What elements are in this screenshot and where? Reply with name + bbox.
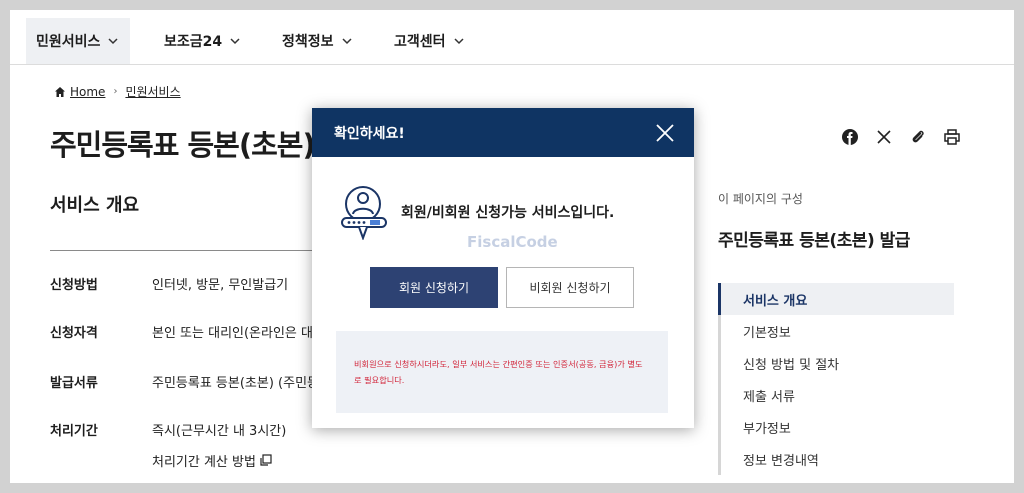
toc-title: 주민등록표 등본(초본) 발급 <box>718 231 910 251</box>
chevron-down-icon <box>108 38 118 45</box>
breadcrumb: Home › 민원서비스 <box>54 83 181 100</box>
member-apply-button[interactable]: 회원 신청하기 <box>370 267 498 308</box>
calc-link-label: 처리기간 계산 방법 <box>152 455 256 470</box>
modal-message: 회원/비회원 신청가능 서비스입니다. <box>401 205 615 221</box>
nav-item-civil-service[interactable]: 민원서비스 <box>26 18 131 64</box>
section-divider <box>50 250 350 251</box>
top-navigation: 민원서비스 보조금24 정책정보 고객센터 <box>10 10 1014 65</box>
toc-list: 서비스 개요 기본정보 신청 방법 및 절차 제출 서류 부가정보 정보 변경내… <box>718 283 954 475</box>
toc-item-additional-info[interactable]: 부가정보 <box>718 411 954 443</box>
home-icon <box>55 86 65 97</box>
nav-item-label: 정책정보 <box>282 34 334 50</box>
toc-item-documents[interactable]: 제출 서류 <box>718 379 954 411</box>
nav-item-label: 고객센터 <box>394 34 446 50</box>
info-label: 신청자격 <box>50 326 98 341</box>
breadcrumb-home-link[interactable]: Home <box>70 85 105 99</box>
facebook-icon[interactable] <box>840 127 860 147</box>
modal-header: 확인하세요! <box>312 108 694 157</box>
print-icon[interactable] <box>942 127 962 147</box>
info-value: 즉시(근무시간 내 3시간) <box>152 424 287 439</box>
nav-item-customer-center[interactable]: 고객센터 <box>384 18 476 64</box>
toc-heading: 이 페이지의 구성 <box>718 192 803 206</box>
toc-item-change-history[interactable]: 정보 변경내역 <box>718 443 954 475</box>
link-copy-icon[interactable] <box>908 127 928 147</box>
info-label: 신청방법 <box>50 278 98 293</box>
modal-title: 확인하세요! <box>334 125 405 142</box>
breadcrumb-current-link[interactable]: 민원서비스 <box>125 83 180 100</box>
user-login-icon <box>341 186 387 240</box>
share-toolbar <box>840 127 962 147</box>
chevron-down-icon <box>230 38 240 45</box>
x-twitter-icon[interactable] <box>874 127 894 147</box>
chevron-down-icon <box>454 38 464 45</box>
nav-item-label: 보조금24 <box>164 34 223 50</box>
modal-message-row: 회원/비회원 신청가능 서비스입니다. <box>339 184 614 240</box>
info-row-method: 신청방법 인터넷, 방문, 무인발급기 <box>50 274 288 293</box>
info-value: 인터넷, 방문, 무인발급기 <box>152 278 289 293</box>
chevron-down-icon <box>342 38 352 45</box>
overview-title: 서비스 개요 <box>50 195 140 216</box>
nav-item-subsidy[interactable]: 보조금24 <box>154 18 252 64</box>
info-row-documents: 발급서류 주민등록표 등본(초본) (주민등 <box>50 372 319 391</box>
copy-icon <box>260 454 272 466</box>
info-label: 발급서류 <box>50 376 98 391</box>
info-value: 주민등록표 등본(초본) (주민등 <box>152 376 320 391</box>
confirm-modal: 확인하세요! 회원/비회원 신청가능 서비스입니다. FiscalCode 회원… <box>312 108 694 428</box>
guest-apply-button[interactable]: 비회원 신청하기 <box>506 267 634 308</box>
info-row-eligibility: 신청자격 본인 또는 대리인(온라인은 대리 <box>50 322 325 341</box>
nav-item-policy[interactable]: 정책정보 <box>272 18 364 64</box>
processing-time-calc-link[interactable]: 처리기간 계산 방법 <box>152 451 272 470</box>
notice-text: 비회원으로 신청하시더라도, 일부 서비스는 간편인증 또는 인증서(공동, 금… <box>354 359 643 385</box>
info-row-processing-time: 처리기간 즉시(근무시간 내 3시간) <box>50 420 286 439</box>
info-value: 본인 또는 대리인(온라인은 대리 <box>152 326 325 341</box>
page-frame: 민원서비스 보조금24 정책정보 고객센터 Home › 민원서비스 주민등록표… <box>10 10 1014 483</box>
toc-item-overview[interactable]: 서비스 개요 <box>718 283 954 315</box>
notice-box: 비회원으로 신청하시더라도, 일부 서비스는 간편인증 또는 인증서(공동, 금… <box>336 331 668 413</box>
breadcrumb-separator-icon: › <box>113 86 118 97</box>
nav-item-label: 민원서비스 <box>36 34 101 50</box>
toc-item-procedure[interactable]: 신청 방법 및 절차 <box>718 347 954 379</box>
watermark-text: FiscalCode <box>467 233 558 251</box>
close-icon[interactable] <box>654 122 676 144</box>
toc-item-basic-info[interactable]: 기본정보 <box>718 315 954 347</box>
info-label: 처리기간 <box>50 424 98 439</box>
